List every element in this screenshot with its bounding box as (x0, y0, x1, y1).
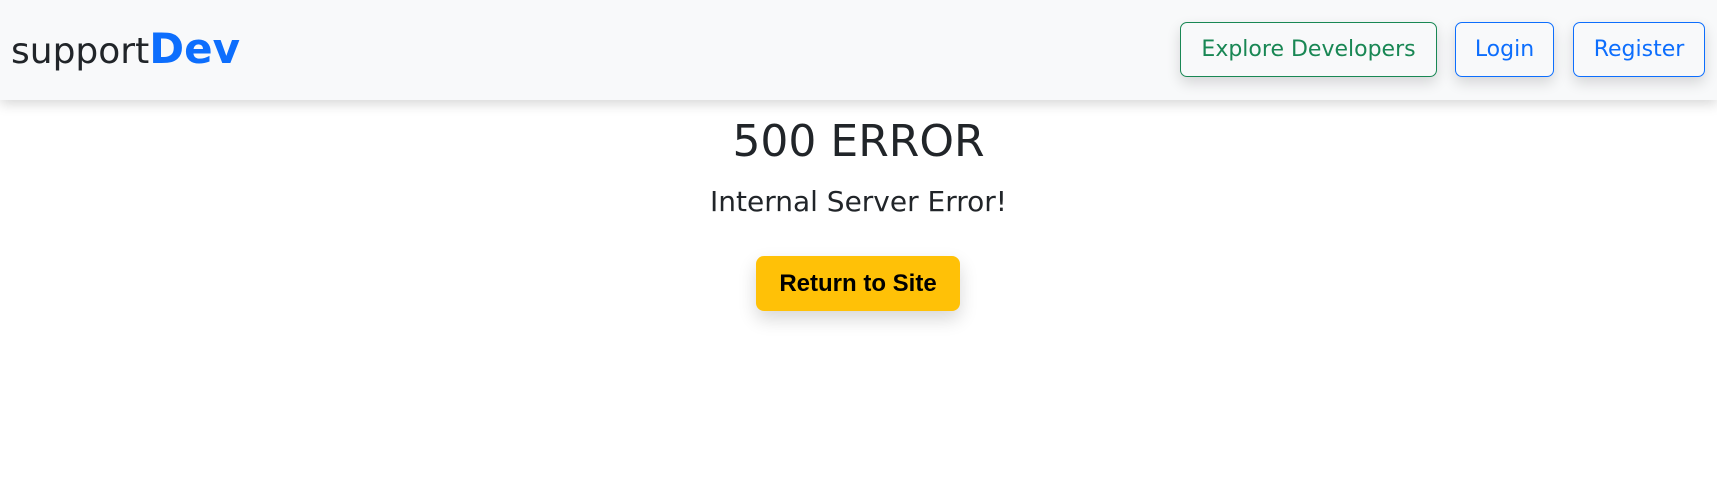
return-to-site-button[interactable]: Return to Site (756, 256, 960, 311)
brand-logo-link[interactable]: support Dev (11, 24, 240, 76)
login-button[interactable]: Login (1455, 22, 1554, 77)
error-title: 500 ERROR (732, 116, 985, 167)
error-subtitle: Internal Server Error! (709, 185, 1007, 218)
brand-highlight: Dev (149, 24, 240, 73)
explore-developers-button[interactable]: Explore Developers (1180, 22, 1437, 77)
top-navbar: support Dev Explore Developers Login Regi… (0, 0, 1717, 100)
error-content: 500 ERROR Internal Server Error! Return … (0, 100, 1717, 501)
brand-prefix: support (11, 31, 150, 72)
register-button[interactable]: Register (1573, 22, 1705, 77)
